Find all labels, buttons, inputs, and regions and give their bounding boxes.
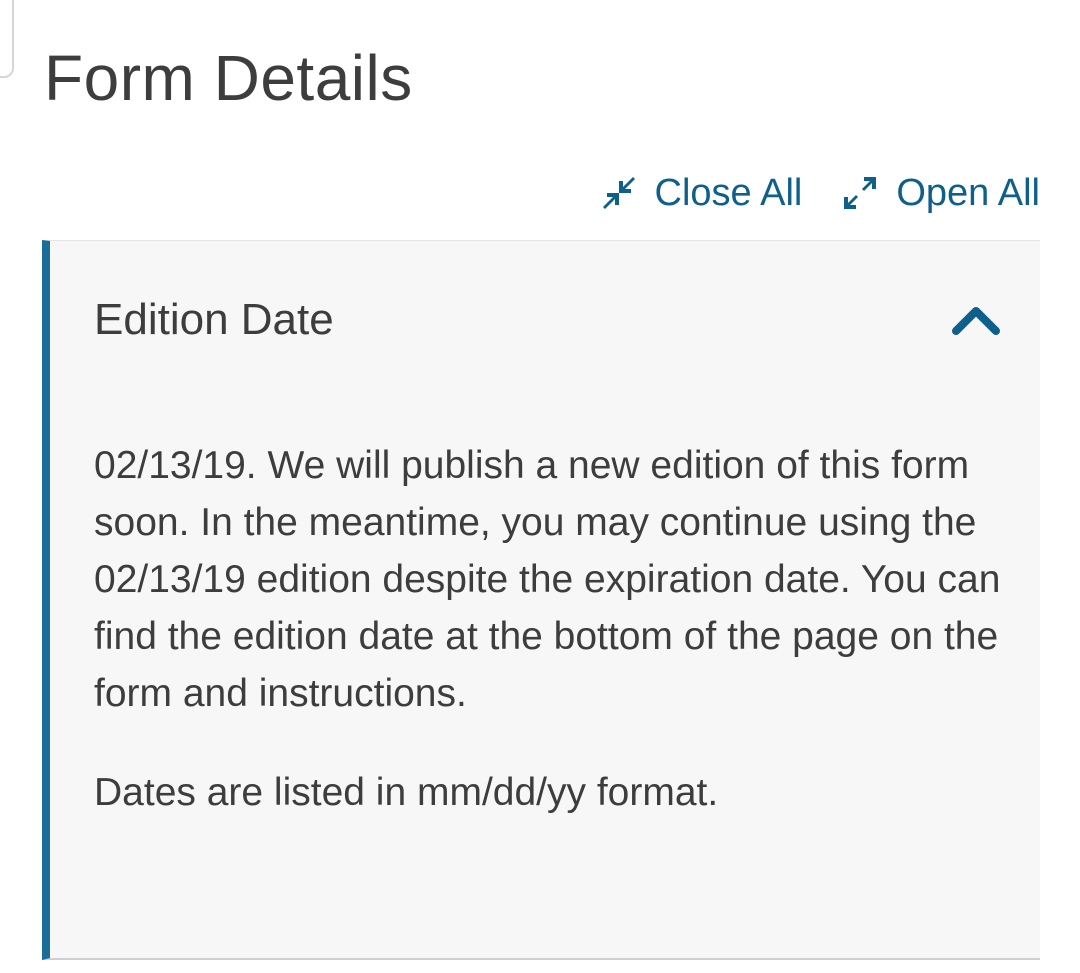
accordion-title: Edition Date [94,295,334,344]
collapse-arrows-icon [601,175,637,211]
window-edge-fragment [0,0,14,78]
accordion-header[interactable]: Edition Date [50,241,1040,401]
expand-arrows-icon [842,175,878,211]
close-all-button[interactable]: Close All [601,168,803,218]
page-title: Form Details [44,42,413,114]
page: Form Details Close All Open All Edition … [0,0,1080,973]
accordion-content: 02/13/19. We will publish a new edition … [94,437,1014,821]
date-format-note: Dates are listed in mm/dd/yy format. [94,771,719,814]
close-all-label: Close All [654,172,803,214]
edition-date-accordion: Edition Date 02/13/19. We will publish a… [42,240,1040,960]
open-all-button[interactable]: Open All [842,168,1040,218]
chevron-up-icon[interactable] [950,299,1002,339]
edition-date-description: 02/13/19. We will publish a new edition … [94,444,1001,715]
accordion-controls: Close All Open All [601,168,1040,218]
open-all-label: Open All [896,172,1040,214]
